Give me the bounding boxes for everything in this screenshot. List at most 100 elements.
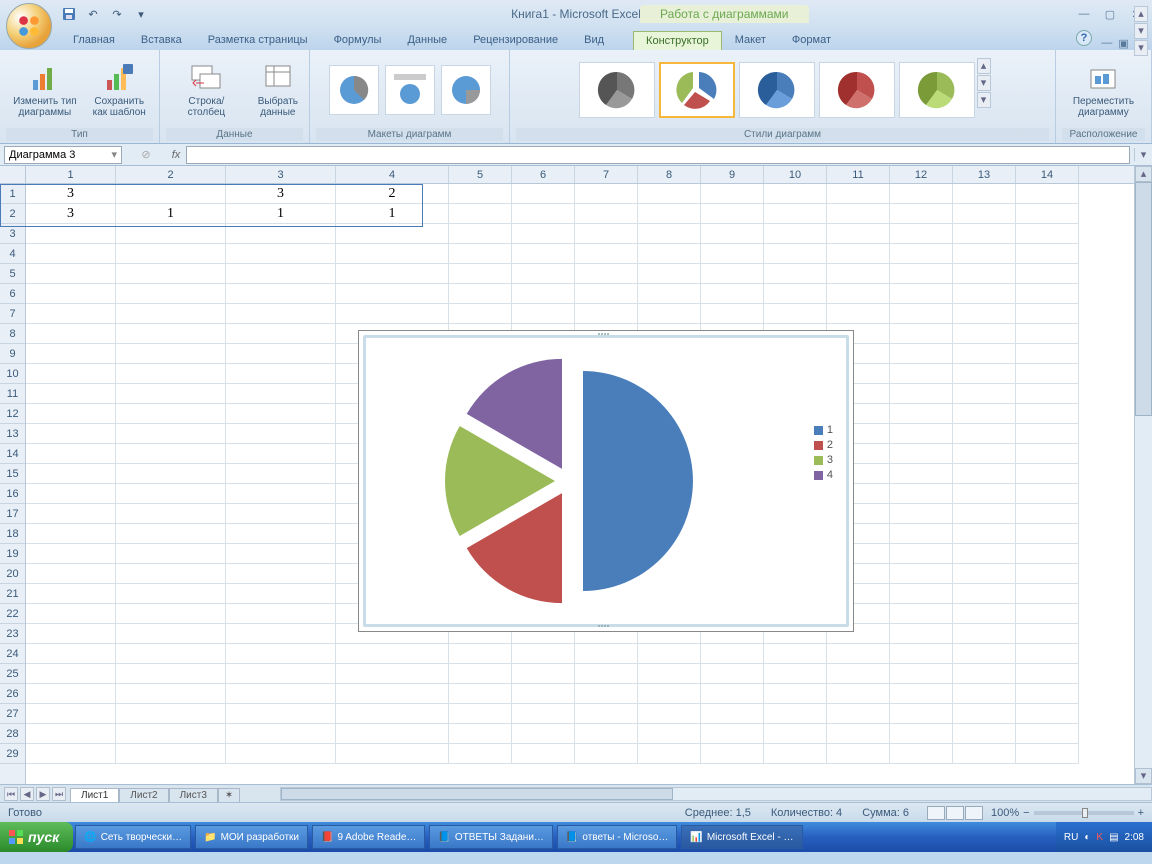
- layout-scroll-up-icon[interactable]: ▴: [1134, 6, 1148, 22]
- redo-icon[interactable]: ↷: [108, 5, 126, 23]
- cell[interactable]: [953, 264, 1016, 284]
- chart-style-5[interactable]: [899, 62, 975, 118]
- help-icon[interactable]: ?: [1076, 30, 1092, 46]
- tab-page-layout[interactable]: Разметка страницы: [195, 30, 321, 50]
- row-header[interactable]: 15: [0, 464, 25, 484]
- cell[interactable]: [827, 284, 890, 304]
- cell[interactable]: [1016, 344, 1079, 364]
- column-header[interactable]: 9: [701, 166, 764, 183]
- move-chart-button[interactable]: Переместить диаграмму: [1068, 59, 1139, 121]
- cell[interactable]: [953, 504, 1016, 524]
- cell[interactable]: [953, 304, 1016, 324]
- cell[interactable]: [1016, 724, 1079, 744]
- view-page-break-icon[interactable]: [965, 806, 983, 820]
- cell[interactable]: [953, 724, 1016, 744]
- row-header[interactable]: 27: [0, 704, 25, 724]
- cell[interactable]: [890, 264, 953, 284]
- system-tray[interactable]: RU ◐ K ▤ 2:08: [1056, 822, 1152, 852]
- cell[interactable]: [638, 724, 701, 744]
- cell[interactable]: [890, 744, 953, 764]
- chart-layout-1[interactable]: [329, 65, 379, 115]
- cell[interactable]: [512, 704, 575, 724]
- cell[interactable]: [1016, 484, 1079, 504]
- cell[interactable]: [764, 184, 827, 204]
- cell[interactable]: [116, 364, 226, 384]
- cell[interactable]: [890, 544, 953, 564]
- cell[interactable]: [953, 324, 1016, 344]
- cell[interactable]: [575, 744, 638, 764]
- cell[interactable]: [890, 664, 953, 684]
- cell[interactable]: [827, 224, 890, 244]
- sheet-nav-prev-icon[interactable]: ◀: [20, 787, 34, 801]
- cell[interactable]: [512, 284, 575, 304]
- cell[interactable]: [1016, 324, 1079, 344]
- cell[interactable]: 2: [336, 184, 449, 204]
- cell[interactable]: [575, 644, 638, 664]
- cell[interactable]: [512, 244, 575, 264]
- cell[interactable]: [336, 744, 449, 764]
- cell[interactable]: [336, 684, 449, 704]
- row-header[interactable]: 13: [0, 424, 25, 444]
- cell[interactable]: [953, 544, 1016, 564]
- cell[interactable]: [116, 184, 226, 204]
- cell[interactable]: [764, 284, 827, 304]
- legend-item[interactable]: 1: [814, 424, 833, 436]
- cell[interactable]: [1016, 644, 1079, 664]
- doc-minimize-icon[interactable]: —: [1101, 37, 1112, 50]
- name-box[interactable]: Диаграмма 3▾: [4, 146, 122, 164]
- cell[interactable]: [26, 324, 116, 344]
- cell[interactable]: [449, 224, 512, 244]
- cell[interactable]: [116, 704, 226, 724]
- cell[interactable]: [953, 464, 1016, 484]
- cell[interactable]: [449, 184, 512, 204]
- cell[interactable]: [226, 624, 336, 644]
- cell[interactable]: [1016, 264, 1079, 284]
- cell[interactable]: [890, 624, 953, 644]
- cell[interactable]: [116, 684, 226, 704]
- row-header[interactable]: 19: [0, 544, 25, 564]
- zoom-in-icon[interactable]: +: [1138, 807, 1144, 819]
- cell[interactable]: [953, 564, 1016, 584]
- cell[interactable]: [953, 184, 1016, 204]
- cell[interactable]: [26, 424, 116, 444]
- chart-object[interactable]: 1234: [358, 330, 854, 632]
- cell[interactable]: [26, 524, 116, 544]
- cell[interactable]: [226, 444, 336, 464]
- cell[interactable]: [953, 364, 1016, 384]
- cell[interactable]: [638, 664, 701, 684]
- taskbar-item[interactable]: 📘ОТВЕТЫ Задани…: [429, 825, 553, 849]
- cell[interactable]: [116, 464, 226, 484]
- cell[interactable]: [226, 564, 336, 584]
- cell[interactable]: [890, 284, 953, 304]
- cell[interactable]: [449, 204, 512, 224]
- cell[interactable]: 3: [26, 184, 116, 204]
- column-header[interactable]: 8: [638, 166, 701, 183]
- cell[interactable]: [226, 604, 336, 624]
- tab-formulas[interactable]: Формулы: [321, 30, 395, 50]
- taskbar-item[interactable]: 📁МОИ разработки: [195, 825, 308, 849]
- cell[interactable]: [512, 304, 575, 324]
- cell[interactable]: 3: [226, 184, 336, 204]
- cell[interactable]: [116, 624, 226, 644]
- row-header[interactable]: 14: [0, 444, 25, 464]
- cell[interactable]: [26, 444, 116, 464]
- row-header[interactable]: 11: [0, 384, 25, 404]
- cell[interactable]: [226, 304, 336, 324]
- cell[interactable]: [226, 704, 336, 724]
- save-as-template-button[interactable]: Сохранить как шаблон: [88, 59, 151, 121]
- tab-insert[interactable]: Вставка: [128, 30, 195, 50]
- cell[interactable]: [26, 304, 116, 324]
- tab-review[interactable]: Рецензирование: [460, 30, 571, 50]
- cell[interactable]: [1016, 424, 1079, 444]
- row-header[interactable]: 26: [0, 684, 25, 704]
- cell[interactable]: [953, 344, 1016, 364]
- style-more-icon[interactable]: ▾: [977, 92, 991, 108]
- column-header[interactable]: 11: [827, 166, 890, 183]
- cell[interactable]: [26, 344, 116, 364]
- cell[interactable]: [827, 244, 890, 264]
- cell[interactable]: [764, 204, 827, 224]
- row-header[interactable]: 29: [0, 744, 25, 764]
- cell[interactable]: [1016, 664, 1079, 684]
- cell[interactable]: [1016, 584, 1079, 604]
- cell[interactable]: 1: [226, 204, 336, 224]
